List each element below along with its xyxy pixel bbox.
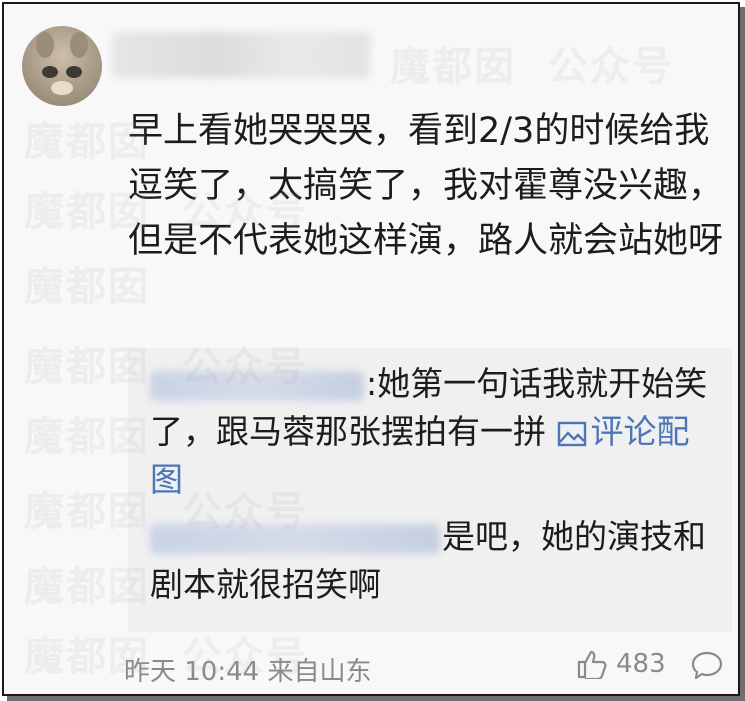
avatar[interactable] (22, 26, 102, 106)
like-button[interactable]: 483 (576, 649, 666, 679)
username-blurred[interactable] (112, 32, 370, 78)
comment-source: 来自山东 (267, 657, 372, 687)
comment-card: 早上看她哭哭哭，看到2/3的时候给我逗笑了，太搞笑了，我对霍尊没兴趣，但是不代表… (2, 2, 740, 696)
reply-username-blurred[interactable] (150, 370, 364, 401)
reply-username-blurred[interactable] (150, 523, 440, 554)
watermark-row: 魔都囡 公众号 (390, 44, 674, 90)
comment-bubble-icon[interactable] (690, 650, 724, 682)
comment-meta: 昨天 10:44 来自山东 (124, 651, 371, 688)
comment-time: 昨天 10:44 (124, 657, 260, 687)
image-icon (557, 421, 586, 447)
reply-section: :她第一句话我就开始笑了，跟马蓉那张摆拍有一拼 评论配图 是吧，她的演技和剧本就… (128, 348, 732, 632)
reply-item[interactable]: :她第一句话我就开始笑了，跟马蓉那张摆拍有一拼 评论配图 (150, 360, 710, 504)
like-count: 483 (616, 649, 666, 679)
thumbs-up-icon (577, 650, 607, 679)
comment-text: 早上看她哭哭哭，看到2/3的时候给我逗笑了，太搞笑了，我对霍尊没兴趣，但是不代表… (128, 111, 724, 261)
reply-item[interactable]: 是吧，她的演技和剧本就很招笑啊 (150, 513, 710, 609)
